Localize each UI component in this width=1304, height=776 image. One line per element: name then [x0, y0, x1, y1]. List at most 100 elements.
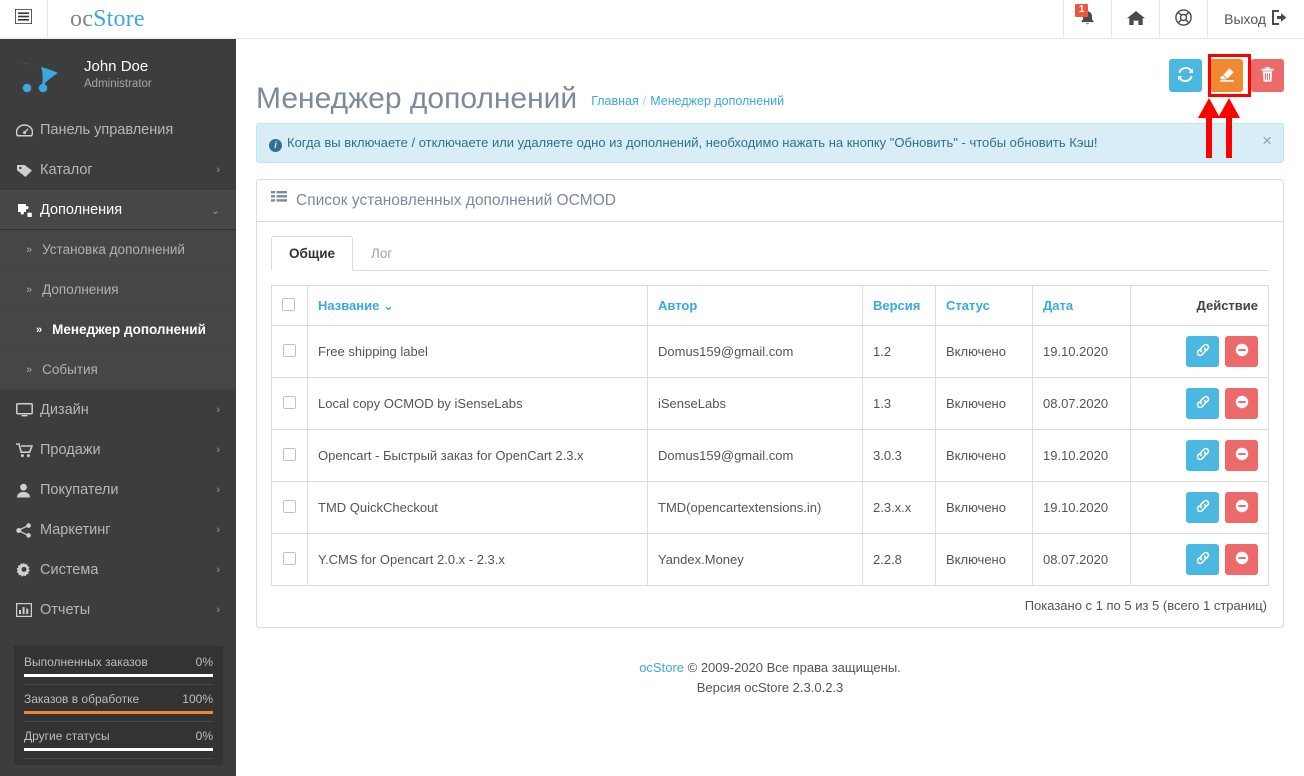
disable-button[interactable]: [1225, 440, 1258, 472]
chevron-right-icon: ›: [216, 604, 220, 616]
logout-button[interactable]: Выход: [1207, 0, 1304, 38]
row-checkbox[interactable]: [283, 447, 296, 461]
disable-button[interactable]: [1225, 544, 1258, 576]
sidebar-item-modification-manager[interactable]: » Менеджер дополнений: [0, 310, 236, 350]
tag-icon: [16, 163, 40, 178]
cell-date: 19.10.2020: [1032, 429, 1131, 483]
trash-icon: [1261, 66, 1274, 85]
sort-by-name-link[interactable]: Название ⌄: [318, 298, 394, 313]
row-checkbox[interactable]: [283, 551, 296, 565]
sort-by-status-link[interactable]: Статус: [946, 298, 990, 313]
edit-link-button[interactable]: [1186, 336, 1219, 368]
sidebar-item-extensions-list[interactable]: » Дополнения: [0, 270, 236, 310]
row-select-cell: [271, 377, 308, 431]
sidebar-item-sales[interactable]: Продажи ›: [0, 430, 236, 470]
table-row: TMD QuickCheckout TMD(opencartextensions…: [271, 481, 1269, 535]
minus-circle-icon: [1235, 447, 1249, 464]
stat-value: 0%: [195, 729, 213, 743]
sidebar-item-label: Дополнения: [40, 202, 123, 218]
cell-actions: [1130, 377, 1269, 431]
row-select-cell: [271, 481, 308, 535]
tab-general[interactable]: Общие: [271, 236, 354, 272]
monitor-icon: [16, 403, 40, 417]
edit-link-button[interactable]: [1186, 388, 1219, 420]
sidebar-item-extensions[interactable]: Дополнения ⌄: [0, 190, 236, 230]
chevron-right-icon: ›: [216, 484, 220, 496]
cell-author: iSenseLabs: [647, 377, 863, 431]
sidebar-subitem-label: Дополнения: [42, 282, 119, 297]
brand-suffix: Store: [93, 5, 145, 32]
row-action-group: [1186, 492, 1258, 524]
support-button[interactable]: [1159, 0, 1207, 38]
cell-status: Включено: [935, 533, 1033, 587]
row-checkbox[interactable]: [283, 343, 296, 357]
row-checkbox[interactable]: [283, 395, 296, 409]
cell-actions: [1130, 533, 1269, 587]
sort-by-date-link[interactable]: Дата: [1043, 298, 1073, 313]
pagination-results: Показано с 1 по 5 из 5 (всего 1 страниц): [1024, 598, 1267, 614]
edit-link-button[interactable]: [1186, 544, 1219, 576]
chevron-right-icon: ›: [216, 164, 220, 176]
notification-count-badge: 1: [1075, 4, 1089, 17]
sidebar-item-events[interactable]: » События: [0, 350, 236, 390]
clear-cache-button[interactable]: [1210, 59, 1243, 92]
sidebar-item-dashboard[interactable]: Панель управления: [0, 110, 236, 150]
disable-button[interactable]: [1225, 388, 1258, 420]
breadcrumb: Главная / Менеджер дополнений: [591, 94, 784, 108]
sidebar-item-catalog[interactable]: Каталог ›: [0, 150, 236, 190]
bar-chart-icon: [16, 603, 40, 617]
breadcrumb-current-link[interactable]: Менеджер дополнений: [650, 94, 784, 108]
sidebar-toggle-button[interactable]: [0, 0, 48, 38]
stat-head: Другие статусы 0%: [24, 729, 213, 743]
info-alert: i Когда вы включаете / отключаете или уда…: [256, 123, 1284, 164]
link-icon: [1196, 395, 1210, 412]
link-icon: [1196, 551, 1210, 568]
sort-by-author-link[interactable]: Автор: [658, 298, 697, 313]
footer-brand-link[interactable]: ocStore: [639, 660, 684, 675]
sidebar-item-label: Покупатели: [40, 482, 119, 498]
dashboard-icon: [16, 123, 40, 137]
chevron-down-icon: ⌄: [210, 204, 220, 217]
sidebar-item-system[interactable]: Система ›: [0, 550, 236, 590]
brand-logo[interactable]: oc Store: [48, 0, 145, 38]
select-all-checkbox[interactable]: [282, 297, 295, 311]
disable-button[interactable]: [1225, 492, 1258, 524]
row-checkbox[interactable]: [283, 499, 296, 513]
cell-date: 08.07.2020: [1032, 377, 1131, 431]
sidebar-item-install-extensions[interactable]: » Установка дополнений: [0, 230, 236, 270]
cell-name: Local copy OCMOD by iSenseLabs: [307, 377, 648, 431]
refresh-button[interactable]: [1169, 59, 1202, 92]
sidebar-item-label: Панель управления: [40, 122, 174, 138]
breadcrumb-home-link[interactable]: Главная: [591, 94, 639, 108]
sort-by-version-link[interactable]: Версия: [873, 298, 920, 313]
disable-button[interactable]: [1225, 336, 1258, 368]
stat-track: [24, 748, 213, 751]
sidebar: John Doe Administrator Панель управления…: [0, 39, 236, 776]
double-chevron-icon: »: [26, 363, 33, 376]
sidebar-item-customers[interactable]: Покупатели ›: [0, 470, 236, 510]
table-row: Y.CMS for Opencart 2.0.x - 2.3.x Yandex.…: [271, 533, 1269, 587]
storefront-home-button[interactable]: [1111, 0, 1159, 38]
tab-log[interactable]: Лог: [353, 236, 410, 271]
edit-link-button[interactable]: [1186, 440, 1219, 472]
cell-date: 08.07.2020: [1032, 533, 1131, 587]
cell-date: 19.10.2020: [1032, 325, 1131, 379]
stat-label: Другие статусы: [24, 729, 110, 743]
cell-name: Free shipping label: [307, 325, 648, 379]
delete-button[interactable]: [1251, 59, 1284, 92]
alert-close-button[interactable]: ×: [1262, 132, 1272, 149]
sidebar-item-design[interactable]: Дизайн ›: [0, 390, 236, 430]
footer-version: Версия ocStore 2.3.0.2.3: [696, 680, 844, 696]
sidebar-item-marketing[interactable]: Маркетинг ›: [0, 510, 236, 550]
sidebar-subitem-label: Установка дополнений: [42, 242, 185, 257]
sidebar-toggle-icon: [14, 8, 33, 29]
notifications-button[interactable]: 1: [1063, 0, 1111, 38]
sidebar-item-label: Система: [40, 562, 99, 578]
chevron-right-icon: ›: [216, 444, 220, 456]
edit-link-button[interactable]: [1186, 492, 1219, 524]
column-label: Название: [318, 297, 380, 313]
chevron-right-icon: ›: [216, 524, 220, 536]
sidebar-item-label: Каталог: [40, 162, 93, 178]
link-icon: [1196, 343, 1210, 360]
sidebar-item-reports[interactable]: Отчеты ›: [0, 590, 236, 630]
